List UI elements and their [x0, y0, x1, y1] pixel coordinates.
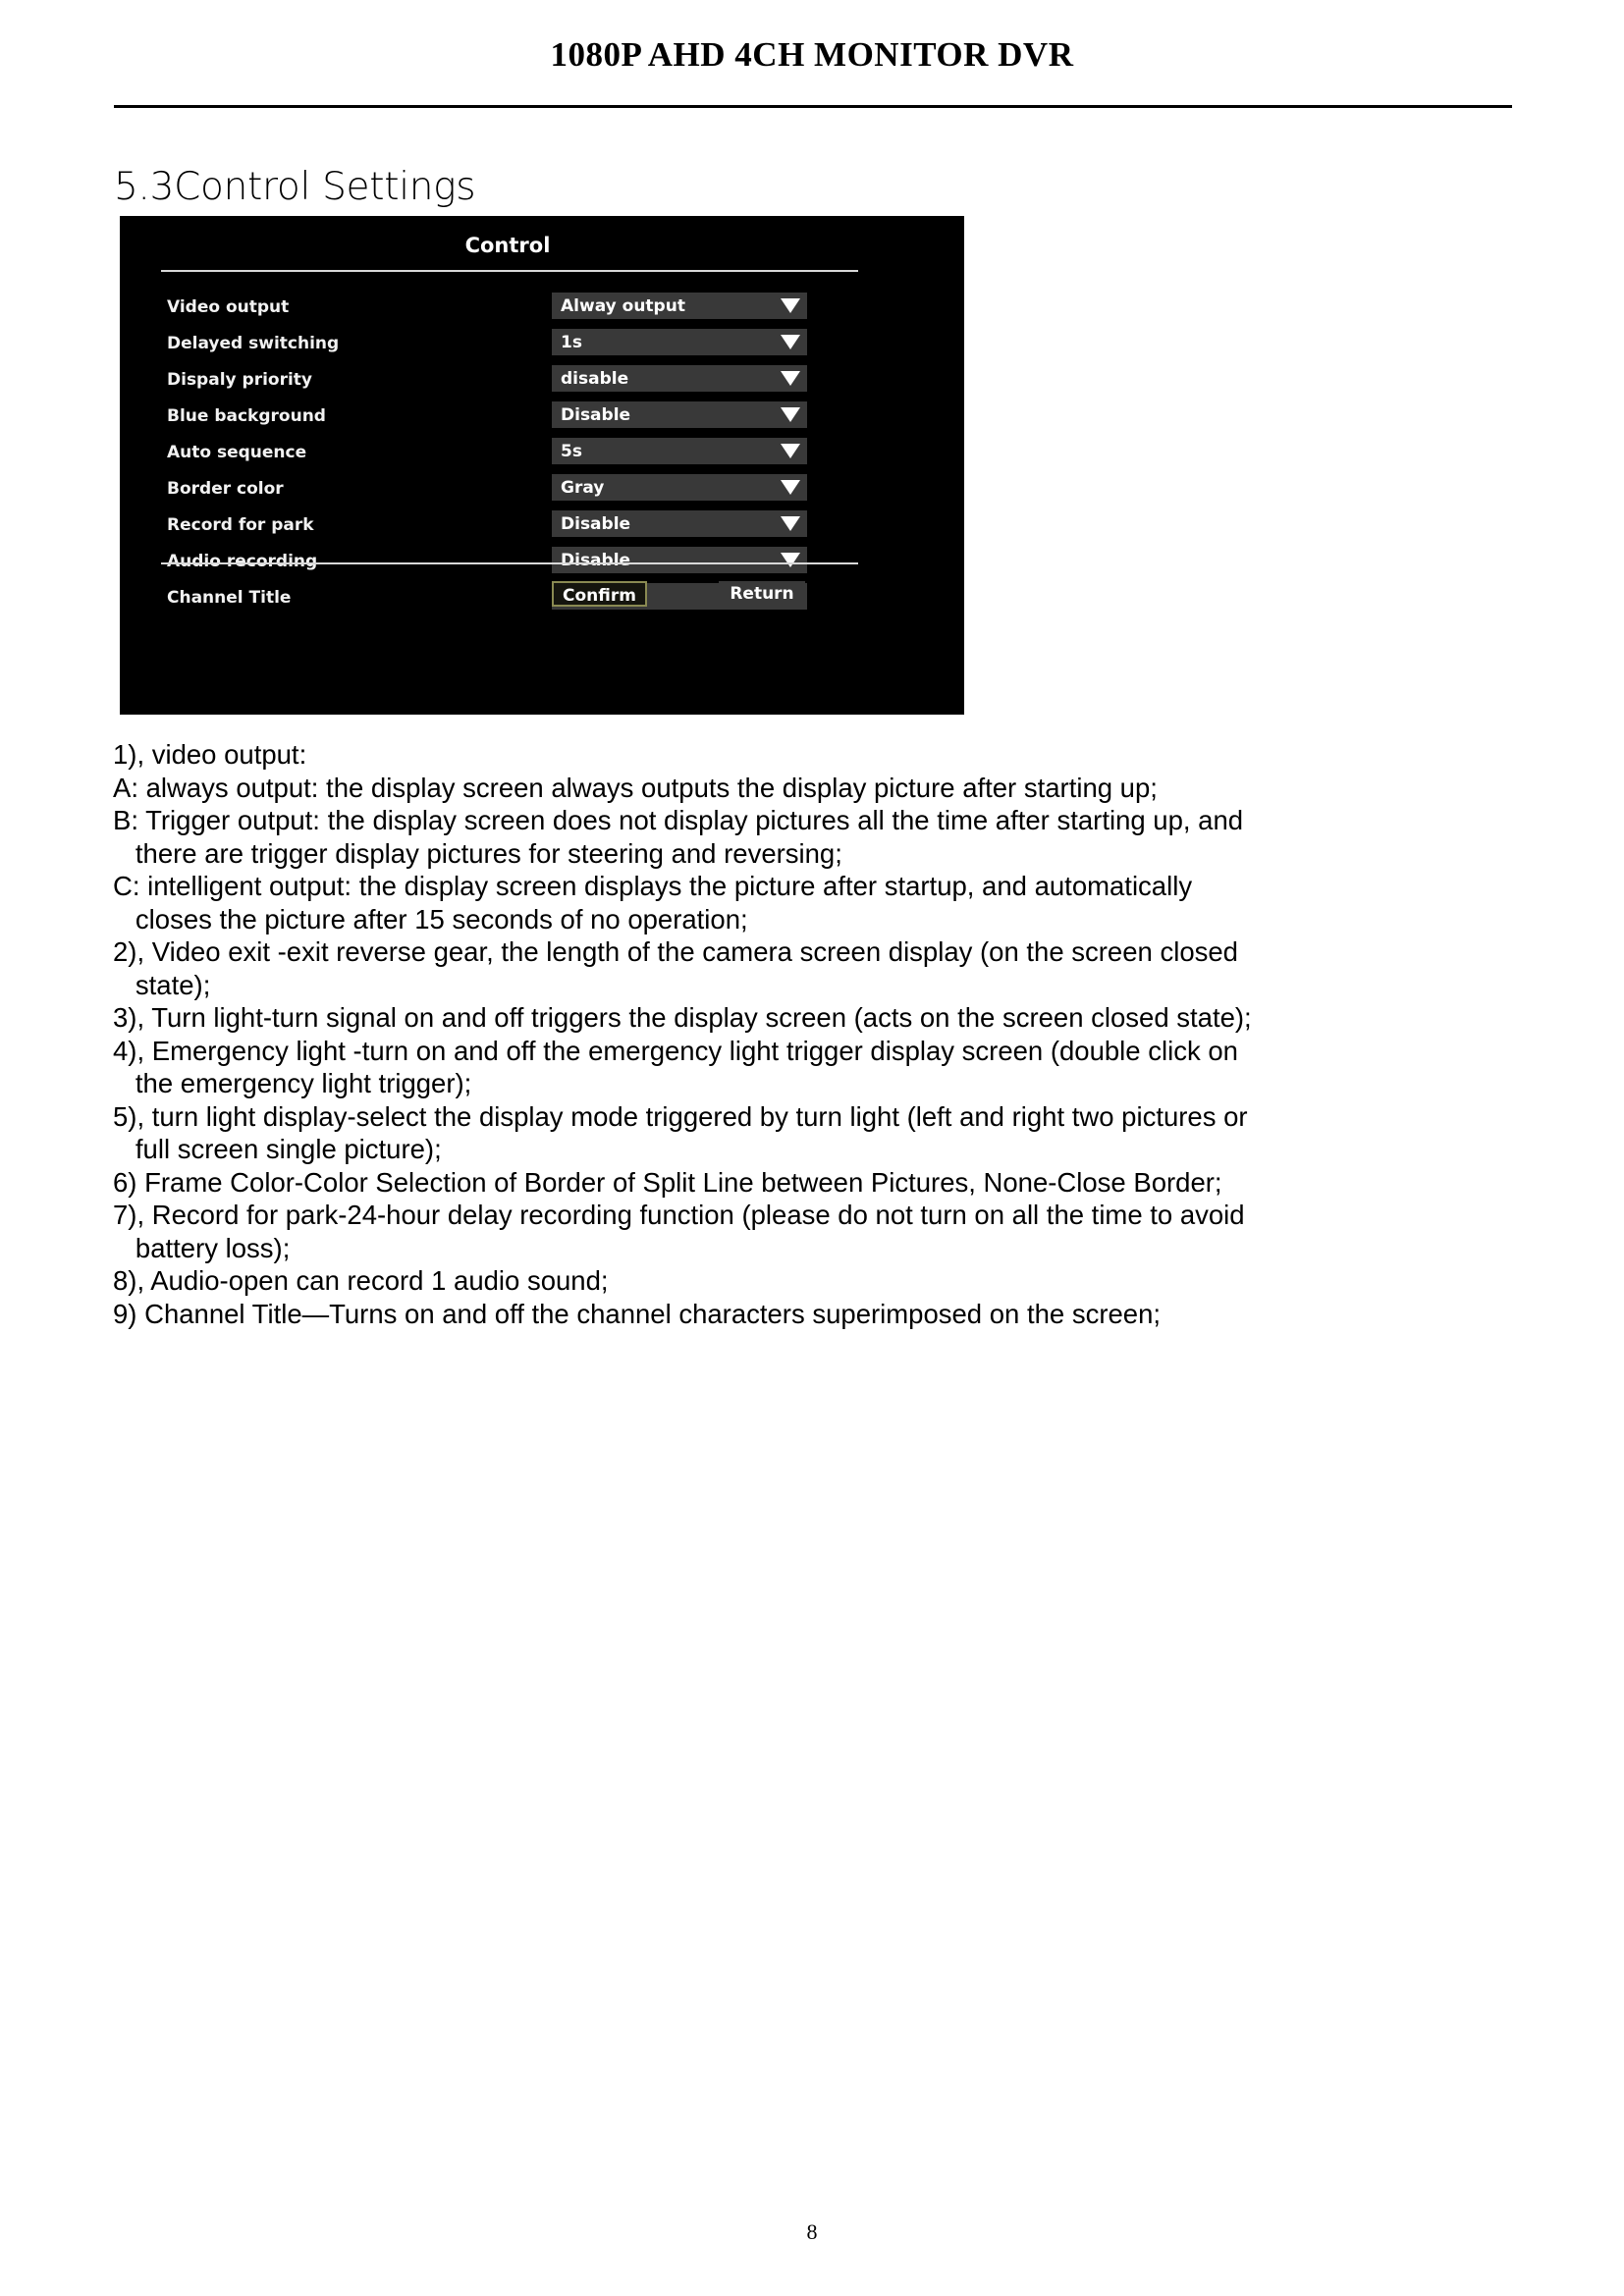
osd-row-auto-sequence: Auto sequence 5s: [120, 438, 964, 474]
paragraph: 7), Record for park-24-hour delay record…: [113, 1200, 1245, 1263]
osd-row-blue-background: Blue background Disable: [120, 401, 964, 438]
paragraph: 5), turn light display-select the displa…: [113, 1100, 1248, 1165]
body-text: 1), video output: A: always output: the …: [113, 738, 1517, 1330]
osd-label-delayed-switching: Delayed switching: [167, 334, 340, 353]
paragraph: 9) Channel Title—Turns on and off the ch…: [113, 1298, 1162, 1329]
osd-panel-title: Control: [464, 234, 551, 257]
osd-row-delayed-switching: Delayed switching 1s: [120, 329, 964, 365]
paragraph: 3), Turn light-turn signal on and off tr…: [113, 1002, 1252, 1033]
paragraph: 1), video output:: [113, 739, 307, 770]
osd-top-divider: [161, 270, 858, 272]
osd-select-dispaly-priority[interactable]: disable: [552, 365, 807, 392]
chevron-down-icon: [781, 444, 800, 458]
paragraph: C: intelligent output: the display scree…: [113, 871, 1193, 934]
osd-label-blue-background: Blue background: [167, 406, 326, 426]
page-number: 8: [806, 2219, 818, 2244]
osd-value-dispaly-priority: disable: [561, 369, 629, 389]
osd-label-record-for-park: Record for park: [167, 515, 314, 535]
confirm-button[interactable]: Confirm: [552, 581, 647, 607]
paragraph: A: always output: the display screen alw…: [113, 772, 1158, 803]
chevron-down-icon: [781, 516, 800, 531]
osd-row-audio-recording: Audio recording Disable: [120, 547, 964, 583]
osd-select-auto-sequence[interactable]: 5s: [552, 438, 807, 464]
section-heading: 5.3Control Settings: [114, 165, 476, 210]
osd-row-border-color: Border color Gray: [120, 474, 964, 510]
osd-control-screenshot: Control Video output Alway output Delaye…: [120, 216, 964, 715]
paragraph: 4), Emergency light -turn on and off the…: [113, 1035, 1238, 1099]
chevron-down-icon: [781, 553, 800, 567]
osd-value-record-for-park: Disable: [561, 514, 631, 534]
osd-value-border-color: Gray: [561, 478, 605, 498]
osd-label-dispaly-priority: Dispaly priority: [167, 370, 313, 390]
osd-label-channel-title: Channel Title: [167, 588, 292, 608]
osd-value-delayed-switching: 1s: [561, 333, 582, 352]
osd-select-record-for-park[interactable]: Disable: [552, 510, 807, 537]
chevron-down-icon: [781, 335, 800, 349]
osd-label-border-color: Border color: [167, 479, 284, 499]
osd-bottom-divider: [161, 562, 858, 564]
osd-value-auto-sequence: 5s: [561, 442, 582, 461]
osd-label-audio-recording: Audio recording: [167, 552, 318, 571]
paragraph: 8), Audio-open can record 1 audio sound;: [113, 1265, 609, 1296]
chevron-down-icon: [781, 371, 800, 386]
header-divider: [114, 105, 1512, 108]
return-button[interactable]: Return: [719, 581, 805, 607]
osd-select-audio-recording[interactable]: Disable: [552, 547, 807, 573]
paragraph: 2), Video exit -exit reverse gear, the l…: [113, 936, 1238, 1000]
osd-row-dispaly-priority: Dispaly priority disable: [120, 365, 964, 401]
osd-value-blue-background: Disable: [561, 405, 631, 425]
paragraph: 6) Frame Color-Color Selection of Border…: [113, 1166, 1222, 1198]
osd-select-video-output[interactable]: Alway output: [552, 293, 807, 319]
osd-row-channel-title: Channel Title Disable: [120, 583, 964, 619]
osd-value-audio-recording: Disable: [561, 551, 631, 570]
osd-label-auto-sequence: Auto sequence: [167, 443, 307, 462]
paragraph: B: Trigger output: the display screen do…: [113, 805, 1244, 869]
osd-label-video-output: Video output: [167, 297, 290, 317]
osd-settings-list: Video output Alway output Delayed switch…: [120, 293, 964, 619]
osd-select-delayed-switching[interactable]: 1s: [552, 329, 807, 355]
osd-row-video-output: Video output Alway output: [120, 293, 964, 329]
chevron-down-icon: [781, 407, 800, 422]
osd-select-border-color[interactable]: Gray: [552, 474, 807, 501]
osd-value-video-output: Alway output: [561, 296, 685, 316]
chevron-down-icon: [781, 298, 800, 313]
document-page: 1080P AHD 4CH MONITOR DVR 5.3Control Set…: [0, 0, 1624, 2296]
osd-row-record-for-park: Record for park Disable: [120, 510, 964, 547]
running-header-title: 1080P AHD 4CH MONITOR DVR: [550, 35, 1074, 74]
osd-select-blue-background[interactable]: Disable: [552, 401, 807, 428]
chevron-down-icon: [781, 480, 800, 495]
